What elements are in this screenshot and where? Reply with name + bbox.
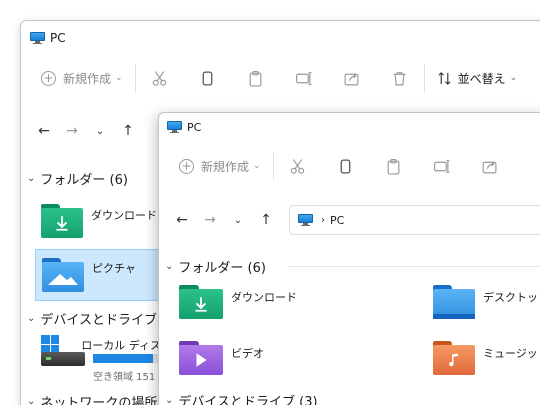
breadcrumb-pc[interactable]: PC [330, 214, 344, 227]
share-button[interactable] [478, 154, 502, 178]
folder-item-downloads[interactable]: ダウンロード [179, 285, 379, 325]
plus-icon: + [41, 70, 56, 86]
clipboard-icon [249, 70, 262, 87]
rename-button[interactable] [430, 154, 454, 178]
copy-icon [340, 158, 351, 174]
picture-folder-icon [42, 258, 84, 292]
title-bar[interactable]: PC [21, 21, 540, 55]
delete-button[interactable] [388, 66, 412, 90]
share-icon [344, 72, 359, 85]
section-header-folders[interactable]: ⌄ フォルダー (6) [27, 169, 128, 188]
folder-item-downloads[interactable]: ダウンロード [41, 199, 159, 243]
folder-item-videos[interactable]: ビデオ [179, 341, 379, 381]
rename-icon [296, 71, 312, 85]
pc-icon [167, 121, 182, 133]
chevron-down-icon: ⌄ [509, 73, 518, 83]
toolbar-divider [272, 152, 274, 180]
new-button[interactable]: + 新規作成 ⌄ [41, 70, 123, 87]
rename-icon [434, 159, 450, 173]
chevron-down-icon: ⌄ [165, 395, 174, 405]
toolbar-divider [423, 64, 425, 92]
cut-button[interactable] [286, 154, 310, 178]
section-label: ネットワークの場所 ( [40, 396, 167, 405]
scissors-icon [152, 70, 167, 86]
folder-item-desktop[interactable]: デスクトッ [433, 285, 540, 325]
section-label: フォルダー (6) [40, 173, 128, 188]
toolbar-divider [134, 64, 136, 92]
drive-usage-bar [93, 354, 163, 363]
copy-button[interactable] [334, 154, 358, 178]
recent-locations-chevron-icon[interactable]: ⌄ [229, 211, 247, 229]
plus-icon: + [179, 158, 194, 174]
up-arrow-icon[interactable]: ↑ [257, 211, 275, 229]
address-bar[interactable]: › PC [289, 205, 540, 235]
local-disk-drive-icon [41, 335, 85, 371]
chevron-down-icon: ⌄ [115, 73, 123, 83]
title-bar[interactable]: PC [159, 113, 540, 141]
section-divider [289, 266, 540, 267]
forward-arrow-icon[interactable]: → [63, 122, 81, 140]
chevron-down-icon: ⌄ [27, 173, 36, 184]
clipboard-icon [387, 158, 400, 175]
copy-button[interactable] [196, 66, 220, 90]
window-title: PC [187, 120, 202, 134]
folder-label: デスクトッ [483, 291, 538, 304]
pc-icon [30, 32, 45, 44]
download-folder-icon [179, 285, 223, 319]
new-button-label: 新規作成 [63, 71, 112, 86]
navigation-bar: ← → ⌄ ↑ › PC [159, 205, 540, 235]
desktop-folder-icon [433, 285, 475, 319]
folder-label: ビデオ [231, 347, 264, 360]
sort-button[interactable]: 並べ替え ⌄ [437, 70, 518, 87]
section-label: デバイスとドライブ (3 [40, 313, 175, 328]
command-bar: + 新規作成 ⌄ [159, 149, 540, 183]
pc-icon [298, 214, 313, 226]
scissors-icon [290, 158, 305, 174]
share-button[interactable] [340, 66, 364, 90]
paste-button[interactable] [382, 154, 406, 178]
folder-label: ミュージッ [483, 347, 538, 360]
copy-icon [202, 70, 213, 86]
sort-button-label: 並べ替え [457, 71, 506, 86]
explorer-window-front: PC + 新規作成 ⌄ ← → ⌄ ↑ › PC ⌄ フォルダー (6) ダウン… [158, 112, 540, 405]
trash-icon [393, 71, 406, 85]
forward-arrow-icon[interactable]: → [201, 211, 219, 229]
video-folder-icon [179, 341, 223, 375]
back-arrow-icon[interactable]: ← [173, 211, 191, 229]
new-button[interactable]: + 新規作成 ⌄ [179, 158, 261, 175]
paste-button[interactable] [244, 66, 268, 90]
download-folder-icon [41, 204, 83, 238]
share-icon [482, 160, 497, 173]
cut-button[interactable] [148, 66, 172, 90]
section-header-devices[interactable]: ⌄ デバイスとドライブ (3) [165, 391, 318, 405]
recent-locations-chevron-icon[interactable]: ⌄ [91, 122, 109, 140]
folder-item-pictures[interactable]: ピクチャ [35, 249, 165, 301]
music-folder-icon [433, 341, 475, 375]
folder-label: ダウンロード [91, 209, 157, 222]
folder-label: ピクチャ [92, 262, 136, 275]
window-title: PC [50, 31, 66, 45]
sort-icon [438, 71, 451, 85]
up-arrow-icon[interactable]: ↑ [119, 122, 137, 140]
rename-button[interactable] [292, 66, 316, 90]
chevron-down-icon: ⌄ [27, 313, 36, 324]
chevron-down-icon: ⌄ [27, 396, 36, 405]
section-label: フォルダー (6) [178, 261, 266, 276]
command-bar: + 新規作成 ⌄ 並べ替え ⌄ [21, 61, 540, 95]
folder-item-music[interactable]: ミュージッ [433, 341, 540, 381]
back-arrow-icon[interactable]: ← [35, 122, 53, 140]
chevron-down-icon: ⌄ [165, 261, 174, 272]
chevron-down-icon: ⌄ [253, 161, 261, 171]
drive-label: ローカル ディス [81, 339, 161, 352]
drive-free-space-text: 空き領域 151 [93, 372, 156, 383]
section-header-devices[interactable]: ⌄ デバイスとドライブ (3 [27, 309, 174, 328]
new-button-label: 新規作成 [201, 159, 250, 174]
section-label: デバイスとドライブ (3) [178, 395, 318, 405]
folder-label: ダウンロード [231, 291, 297, 304]
section-header-network[interactable]: ⌄ ネットワークの場所 ( [27, 392, 167, 405]
section-header-folders[interactable]: ⌄ フォルダー (6) [165, 257, 266, 276]
breadcrumb-chevron-icon: › [321, 214, 325, 226]
